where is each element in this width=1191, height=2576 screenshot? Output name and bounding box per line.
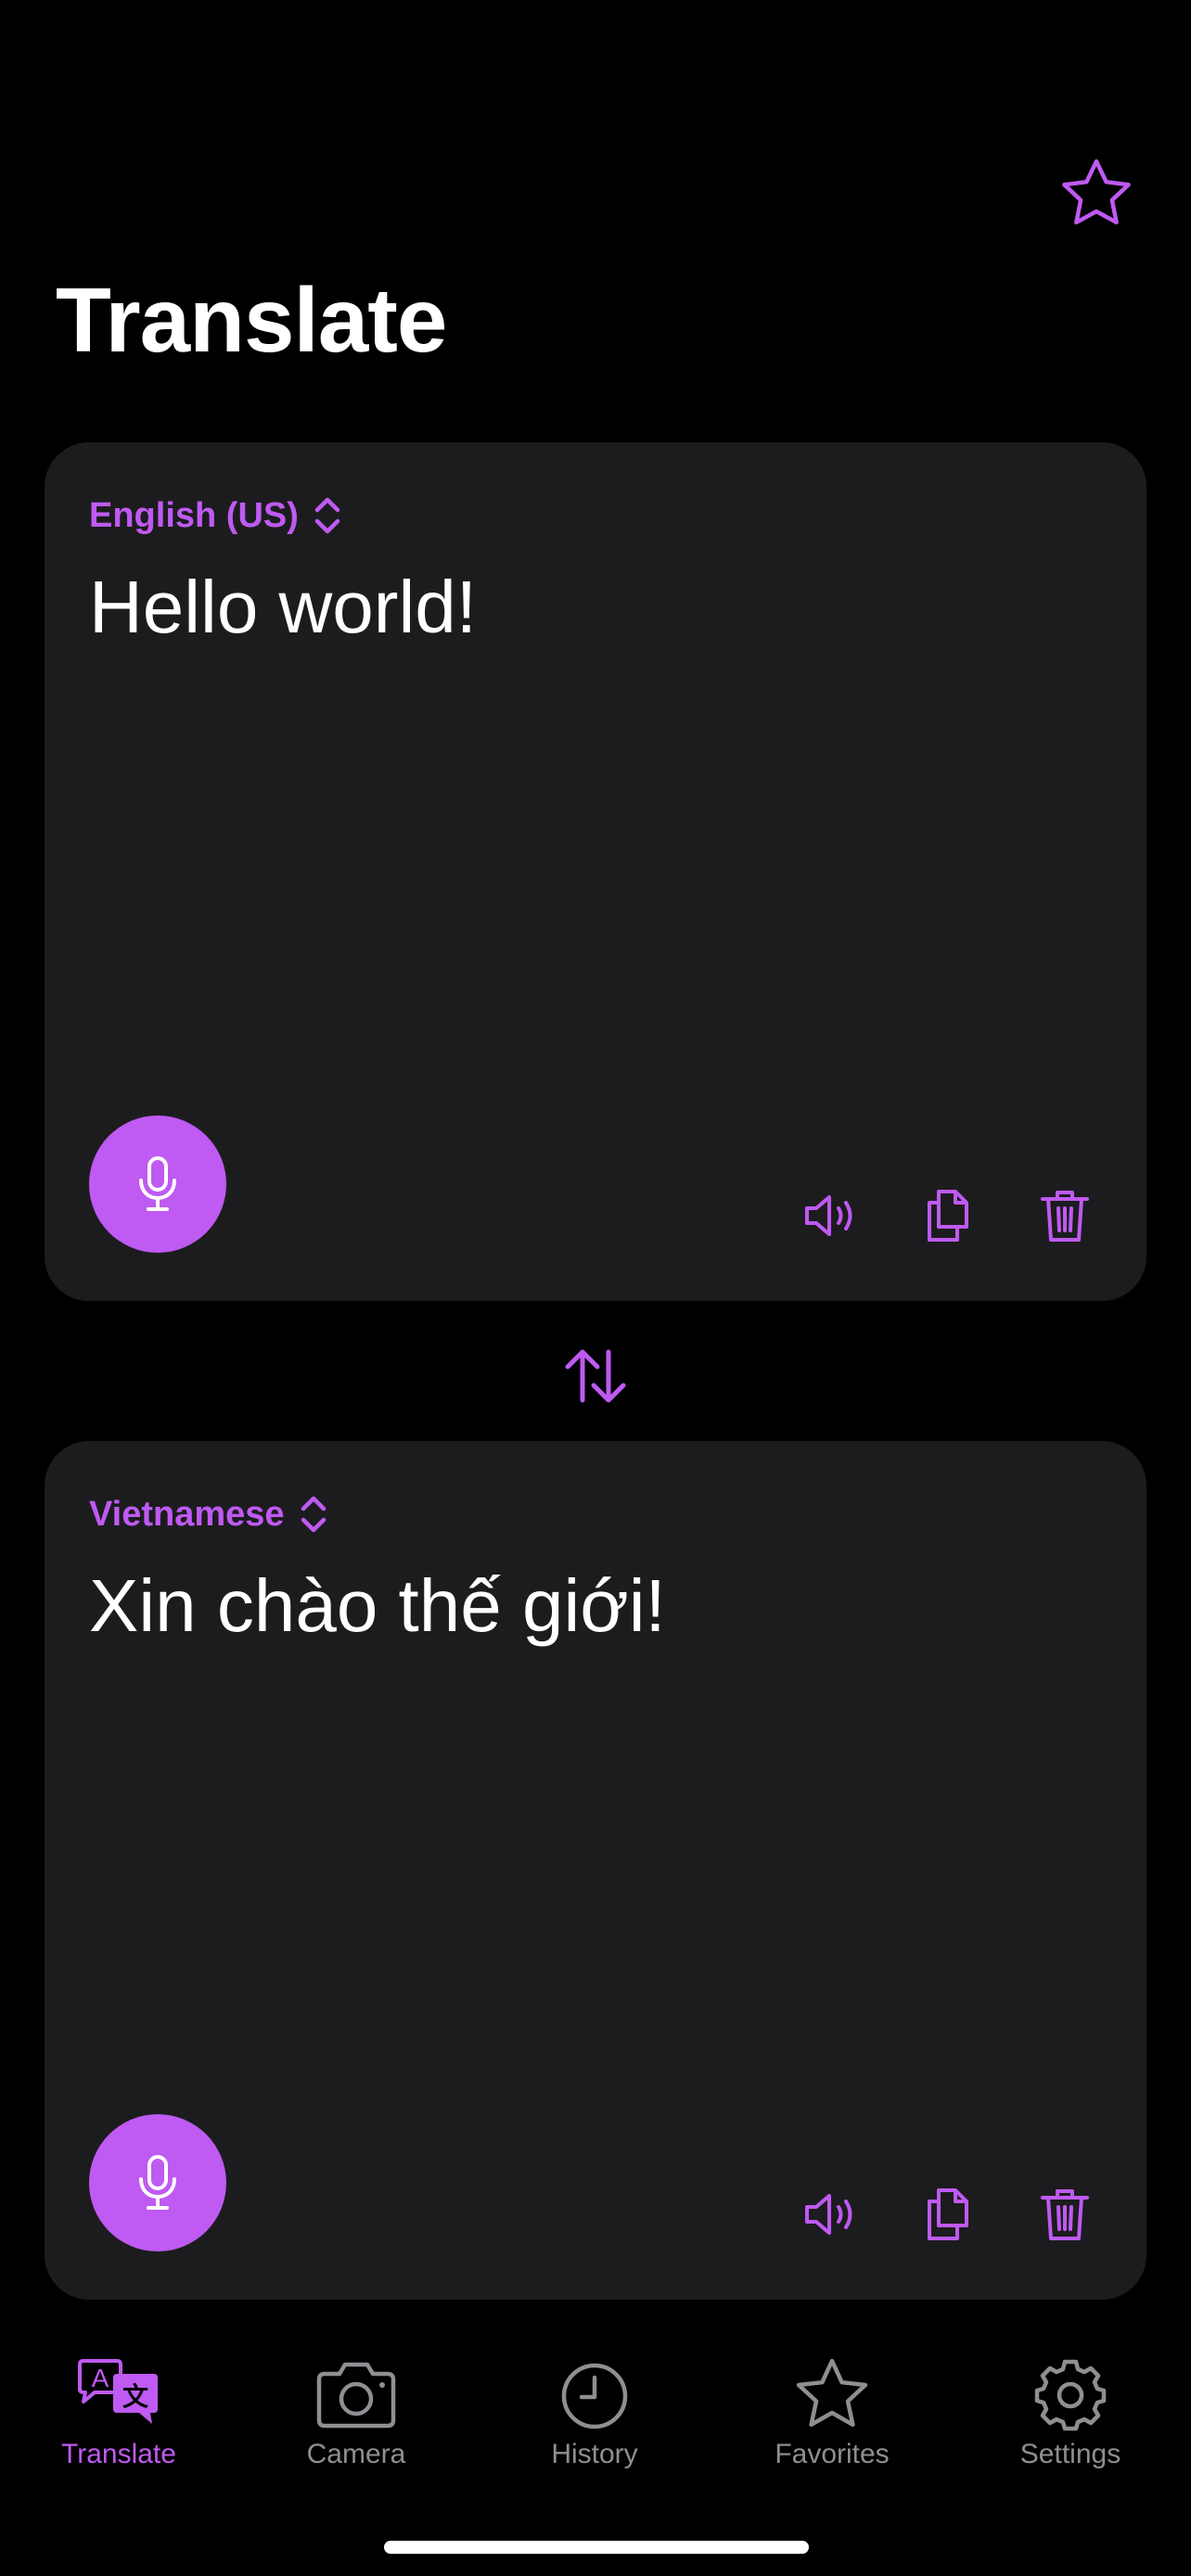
tab-history[interactable]: History (483, 2337, 706, 2476)
tab-favorites[interactable]: Favorites (721, 2337, 943, 2476)
trash-icon (1041, 1191, 1089, 1242)
home-indicator[interactable] (384, 2541, 809, 2554)
swap-languages-button[interactable] (555, 1335, 636, 1417)
target-copy-button[interactable] (911, 2177, 985, 2251)
chevron-up-down-icon (314, 497, 340, 534)
chevron-up-down-icon (301, 1496, 326, 1533)
copy-icon (928, 1190, 968, 1242)
speaker-icon (805, 1195, 852, 1236)
page-title: Translate (56, 269, 447, 371)
target-speak-button[interactable] (794, 2177, 868, 2251)
target-language-label: Vietnamese (89, 1494, 285, 1534)
source-copy-button[interactable] (911, 1179, 985, 1253)
tab-settings[interactable]: Settings (959, 2337, 1182, 2476)
tab-settings-label: Settings (1019, 2439, 1121, 2469)
speaker-icon (805, 2194, 852, 2235)
source-panel: English (US) Hello world! (45, 442, 1146, 1301)
star-outline-icon (1062, 159, 1131, 225)
svg-text:A: A (92, 2364, 109, 2392)
target-text-output[interactable]: Xin chào thế giới! (89, 1560, 1102, 1652)
target-actions (751, 2177, 1102, 2251)
favorite-button[interactable] (1057, 156, 1135, 234)
source-language-label: English (US) (89, 495, 299, 535)
source-text-input[interactable]: Hello world! (89, 561, 1102, 654)
source-actions (751, 1179, 1102, 1253)
tab-camera-label: Camera (306, 2439, 406, 2469)
camera-icon (310, 2357, 403, 2433)
tab-translate[interactable]: A 文 Translate (7, 2337, 230, 2476)
clock-icon (548, 2357, 641, 2433)
tab-camera[interactable]: Camera (245, 2337, 467, 2476)
trash-icon (1041, 2189, 1089, 2240)
target-language-selector[interactable]: Vietnamese (89, 1486, 329, 1543)
tab-bar: A 文 Translate Camera History Favorites S… (0, 2337, 1191, 2476)
target-panel: Vietnamese Xin chào thế giới! (45, 1441, 1146, 2300)
gear-icon (1024, 2357, 1117, 2433)
svg-text:文: 文 (122, 2381, 148, 2412)
copy-icon (928, 2188, 968, 2240)
source-mic-button[interactable] (89, 1116, 226, 1253)
microphone-icon (139, 1156, 176, 1211)
target-mic-button[interactable] (89, 2114, 226, 2251)
microphone-icon (139, 2155, 176, 2210)
tab-history-label: History (551, 2439, 638, 2469)
translate-bubbles-icon: A 文 (72, 2357, 165, 2433)
source-language-selector[interactable]: English (US) (89, 487, 343, 544)
tab-favorites-label: Favorites (775, 2439, 890, 2469)
star-icon (786, 2357, 878, 2433)
target-delete-button[interactable] (1028, 2177, 1102, 2251)
source-speak-button[interactable] (794, 1179, 868, 1253)
swap-arrows-icon (565, 1349, 626, 1403)
tab-translate-label: Translate (61, 2439, 176, 2469)
source-delete-button[interactable] (1028, 1179, 1102, 1253)
